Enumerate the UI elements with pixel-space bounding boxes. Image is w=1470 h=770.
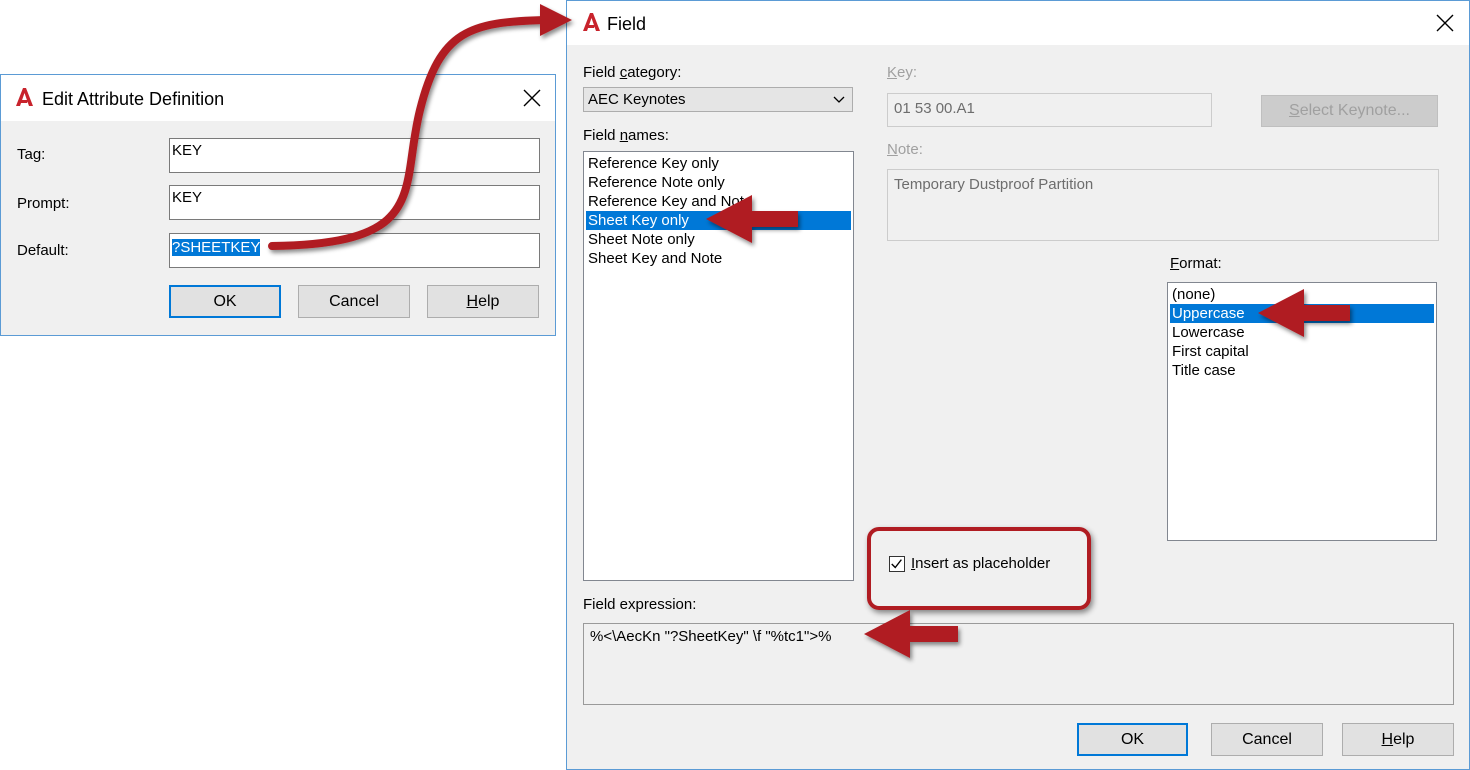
field-names-label: Field names: <box>583 127 669 144</box>
select-keynote-label: elect Keynote... <box>1299 102 1410 119</box>
note-label: Note: <box>887 141 923 158</box>
note-field: Temporary Dustproof Partition <box>887 169 1439 241</box>
field-expression-box: %<\AecKn "?SheetKey" \f "%tc1">% <box>583 623 1454 705</box>
field-help-mnemonic: H <box>1381 731 1394 748</box>
field-cancel-button[interactable]: Cancel <box>1211 723 1323 756</box>
format-item[interactable]: Lowercase <box>1170 323 1434 342</box>
note-label-mnemonic: N <box>887 141 898 158</box>
insert-placeholder-checkbox[interactable] <box>889 556 905 572</box>
placeholder-label-rest: nsert as placeholder <box>915 555 1051 572</box>
field-name-item[interactable]: Sheet Note only <box>586 230 851 249</box>
edit-dialog-titlebar: Edit Attribute Definition <box>1 75 555 121</box>
names-label-suffix: ames: <box>628 127 669 144</box>
edit-help-mnemonic: H <box>466 293 479 310</box>
field-expression-value: %<\AecKn "?SheetKey" \f "%tc1">% <box>590 628 832 645</box>
field-name-item[interactable]: Sheet Key and Note <box>586 249 851 268</box>
category-label-prefix: Field <box>583 64 620 81</box>
field-dialog-title: Field <box>607 14 647 34</box>
field-category-dropdown[interactable]: AEC Keynotes <box>583 87 853 112</box>
category-label-suffix: ategory: <box>627 64 682 81</box>
edit-ok-button[interactable]: OK <box>169 285 281 318</box>
key-label-rest: ey: <box>897 64 918 81</box>
format-item[interactable]: (none) <box>1170 285 1434 304</box>
field-dialog-titlebar: Field <box>567 1 1469 45</box>
field-name-item[interactable]: Sheet Key only <box>586 211 851 230</box>
default-value-selected: ?SHEETKEY <box>172 239 261 256</box>
close-icon[interactable] <box>1434 12 1456 34</box>
chevron-down-icon <box>833 96 845 103</box>
field-ok-button[interactable]: OK <box>1077 723 1188 756</box>
names-label-prefix: Field <box>583 127 620 144</box>
default-field[interactable]: ?SHEETKEY <box>169 233 540 268</box>
names-label-mnemonic: n <box>619 127 629 144</box>
autocad-logo-icon <box>583 13 600 31</box>
close-icon[interactable] <box>521 87 543 109</box>
edit-help-button[interactable]: Help <box>427 285 539 318</box>
edit-dialog-title: Edit Attribute Definition <box>42 89 225 109</box>
format-label-mnemonic: F <box>1170 255 1180 272</box>
tag-field[interactable]: KEY <box>169 138 540 173</box>
key-label: Key: <box>887 64 917 81</box>
prompt-field[interactable]: KEY <box>169 185 540 220</box>
key-label-mnemonic: K <box>887 64 898 81</box>
format-item[interactable]: Uppercase <box>1170 304 1434 323</box>
format-item[interactable]: Title case <box>1170 361 1434 380</box>
field-name-item[interactable]: Reference Key only <box>586 154 851 173</box>
autocad-logo-icon <box>16 88 33 106</box>
note-label-rest: ote: <box>897 141 923 158</box>
edit-cancel-label: Cancel <box>329 293 379 310</box>
format-list[interactable]: (none) Uppercase Lowercase First capital Tit… <box>1167 282 1437 541</box>
key-value: 01 53 00.A1 <box>894 100 975 117</box>
format-label-rest: ormat: <box>1179 255 1222 272</box>
edit-help-label: elp <box>478 293 500 310</box>
note-value: Temporary Dustproof Partition <box>894 176 1094 193</box>
tag-label: Tag: <box>17 146 46 163</box>
field-name-item[interactable]: Reference Note only <box>586 173 851 192</box>
format-item[interactable]: First capital <box>1170 342 1434 361</box>
field-category-label: Field category: <box>583 64 681 81</box>
edit-cancel-button[interactable]: Cancel <box>298 285 410 318</box>
prompt-label: Prompt: <box>17 195 70 212</box>
field-dialog: Field Field category: AEC Keynotes Field… <box>566 0 1470 770</box>
field-help-label: elp <box>1393 731 1415 748</box>
field-expression-label: Field expression: <box>583 596 697 613</box>
tag-value: KEY <box>172 142 203 159</box>
field-help-button[interactable]: Help <box>1342 723 1454 756</box>
insert-placeholder-label[interactable]: Insert as placeholder <box>911 555 1050 572</box>
edit-ok-label: OK <box>213 293 237 310</box>
format-label: Format: <box>1170 255 1222 272</box>
field-ok-label: OK <box>1120 731 1145 748</box>
select-keynote-button[interactable]: Select Keynote... <box>1261 95 1438 127</box>
key-field: 01 53 00.A1 <box>887 93 1212 127</box>
field-name-item[interactable]: Reference Key and Note <box>586 192 851 211</box>
prompt-value: KEY <box>172 189 203 206</box>
field-names-list[interactable]: Reference Key only Reference Note only Ref… <box>583 151 854 581</box>
select-keynote-mnemonic: S <box>1289 102 1300 119</box>
edit-attribute-dialog: Edit Attribute Definition Tag: KEY Promp… <box>0 74 556 336</box>
default-label: Default: <box>17 242 69 259</box>
field-cancel-label: Cancel <box>1242 731 1292 748</box>
field-category-value: AEC Keynotes <box>588 91 686 108</box>
checkmark-icon <box>891 559 902 569</box>
